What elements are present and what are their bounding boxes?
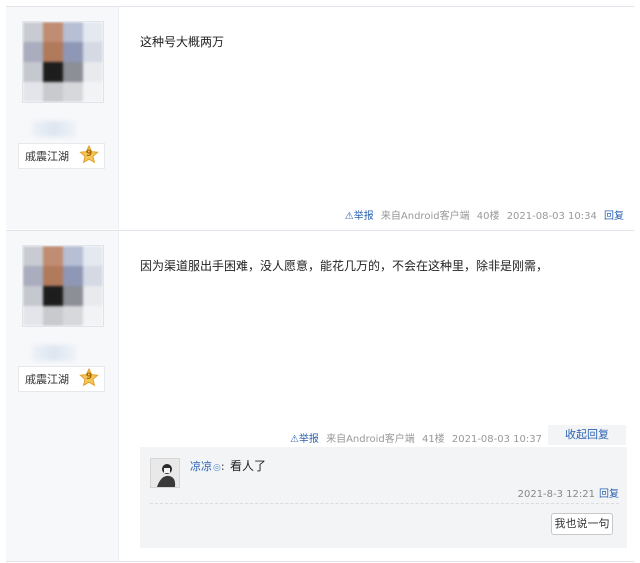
author-panel: 戚震江湖 9 bbox=[6, 7, 119, 229]
warning-triangle-icon[interactable]: ⚠ bbox=[345, 211, 354, 222]
level-badge: 9 bbox=[79, 368, 99, 388]
user-name[interactable]: 戚震江湖 bbox=[25, 371, 69, 387]
warning-triangle-icon[interactable]: ⚠ bbox=[290, 434, 299, 445]
report-link[interactable]: 举报 bbox=[354, 211, 374, 222]
avatar[interactable] bbox=[22, 21, 104, 103]
sub-reply-text: 看人了 bbox=[230, 459, 267, 473]
user-name[interactable]: 戚震江湖 bbox=[25, 148, 69, 164]
source-label: 来自Android客户端 bbox=[326, 434, 415, 445]
post-content: 这种号大概两万 bbox=[140, 35, 225, 49]
post-content: 因为渠道服出手困难，没人愿意，能花几万的，不会在这种里，除非是刚需， bbox=[140, 259, 549, 273]
sub-reply-meta: 2021-8-3 12:21 回复 bbox=[518, 485, 619, 500]
post-time: 2021-08-03 10:34 bbox=[506, 211, 597, 222]
post-meta: ⚠举报 来自Android客户端 41楼 2021-08-03 10:37 bbox=[290, 430, 542, 445]
level-badge: 9 bbox=[79, 145, 99, 165]
post-time: 2021-08-03 10:37 bbox=[451, 434, 542, 445]
level-number: 9 bbox=[85, 372, 93, 382]
add-comment-button[interactable]: 我也说一句 bbox=[551, 513, 613, 535]
reply-link[interactable]: 回复 bbox=[604, 211, 624, 222]
post-body: 这种号大概两万 ⚠举报 来自Android客户端 40楼 2021-08-03 … bbox=[118, 7, 634, 229]
sub-reply-panel: 凉凉◎: 看人了 2021-8-3 12:21 回复 我也说一句 bbox=[140, 447, 627, 548]
sub-reply-reply-link[interactable]: 回复 bbox=[599, 489, 619, 500]
user-info-badge[interactable]: 戚震江湖 9 bbox=[18, 366, 105, 392]
source-label: 来自Android客户端 bbox=[380, 211, 470, 222]
level-number: 9 bbox=[85, 149, 93, 159]
user-info-badge[interactable]: 戚震江湖 9 bbox=[18, 143, 105, 169]
blurred-username bbox=[32, 121, 76, 137]
blurred-username bbox=[32, 345, 76, 361]
post-meta: ⚠举报 来自Android客户端 40楼 2021-08-03 10:34 回复 bbox=[345, 207, 624, 222]
collapse-replies-button[interactable]: 收起回复 bbox=[548, 425, 626, 445]
sub-reply-avatar[interactable] bbox=[150, 458, 180, 488]
post-body: 因为渠道服出手困难，没人愿意，能花几万的，不会在这种里，除非是刚需， ⚠举报 来… bbox=[118, 231, 634, 561]
sub-reply-user-name[interactable]: 凉凉 bbox=[190, 460, 212, 473]
post-floor-40: 戚震江湖 9 这种号大概两万 ⚠举报 来自Android客户端 40楼 2021… bbox=[6, 6, 634, 229]
floor-number: 40楼 bbox=[476, 211, 500, 222]
sub-reply-user[interactable]: 凉凉◎: bbox=[190, 458, 225, 474]
author-panel: 戚震江湖 9 bbox=[6, 231, 119, 561]
sub-reply-colon: : bbox=[220, 460, 225, 473]
sub-reply-time: 2021-8-3 12:21 bbox=[517, 489, 595, 500]
report-link[interactable]: 举报 bbox=[299, 434, 319, 445]
post-floor-41: 戚震江湖 9 因为渠道服出手困难，没人愿意，能花几万的，不会在这种里，除非是刚需… bbox=[6, 230, 634, 562]
floor-number: 41楼 bbox=[421, 434, 445, 445]
avatar[interactable] bbox=[22, 245, 104, 327]
vip-badge-icon: ◎ bbox=[213, 463, 221, 473]
divider bbox=[150, 503, 619, 504]
